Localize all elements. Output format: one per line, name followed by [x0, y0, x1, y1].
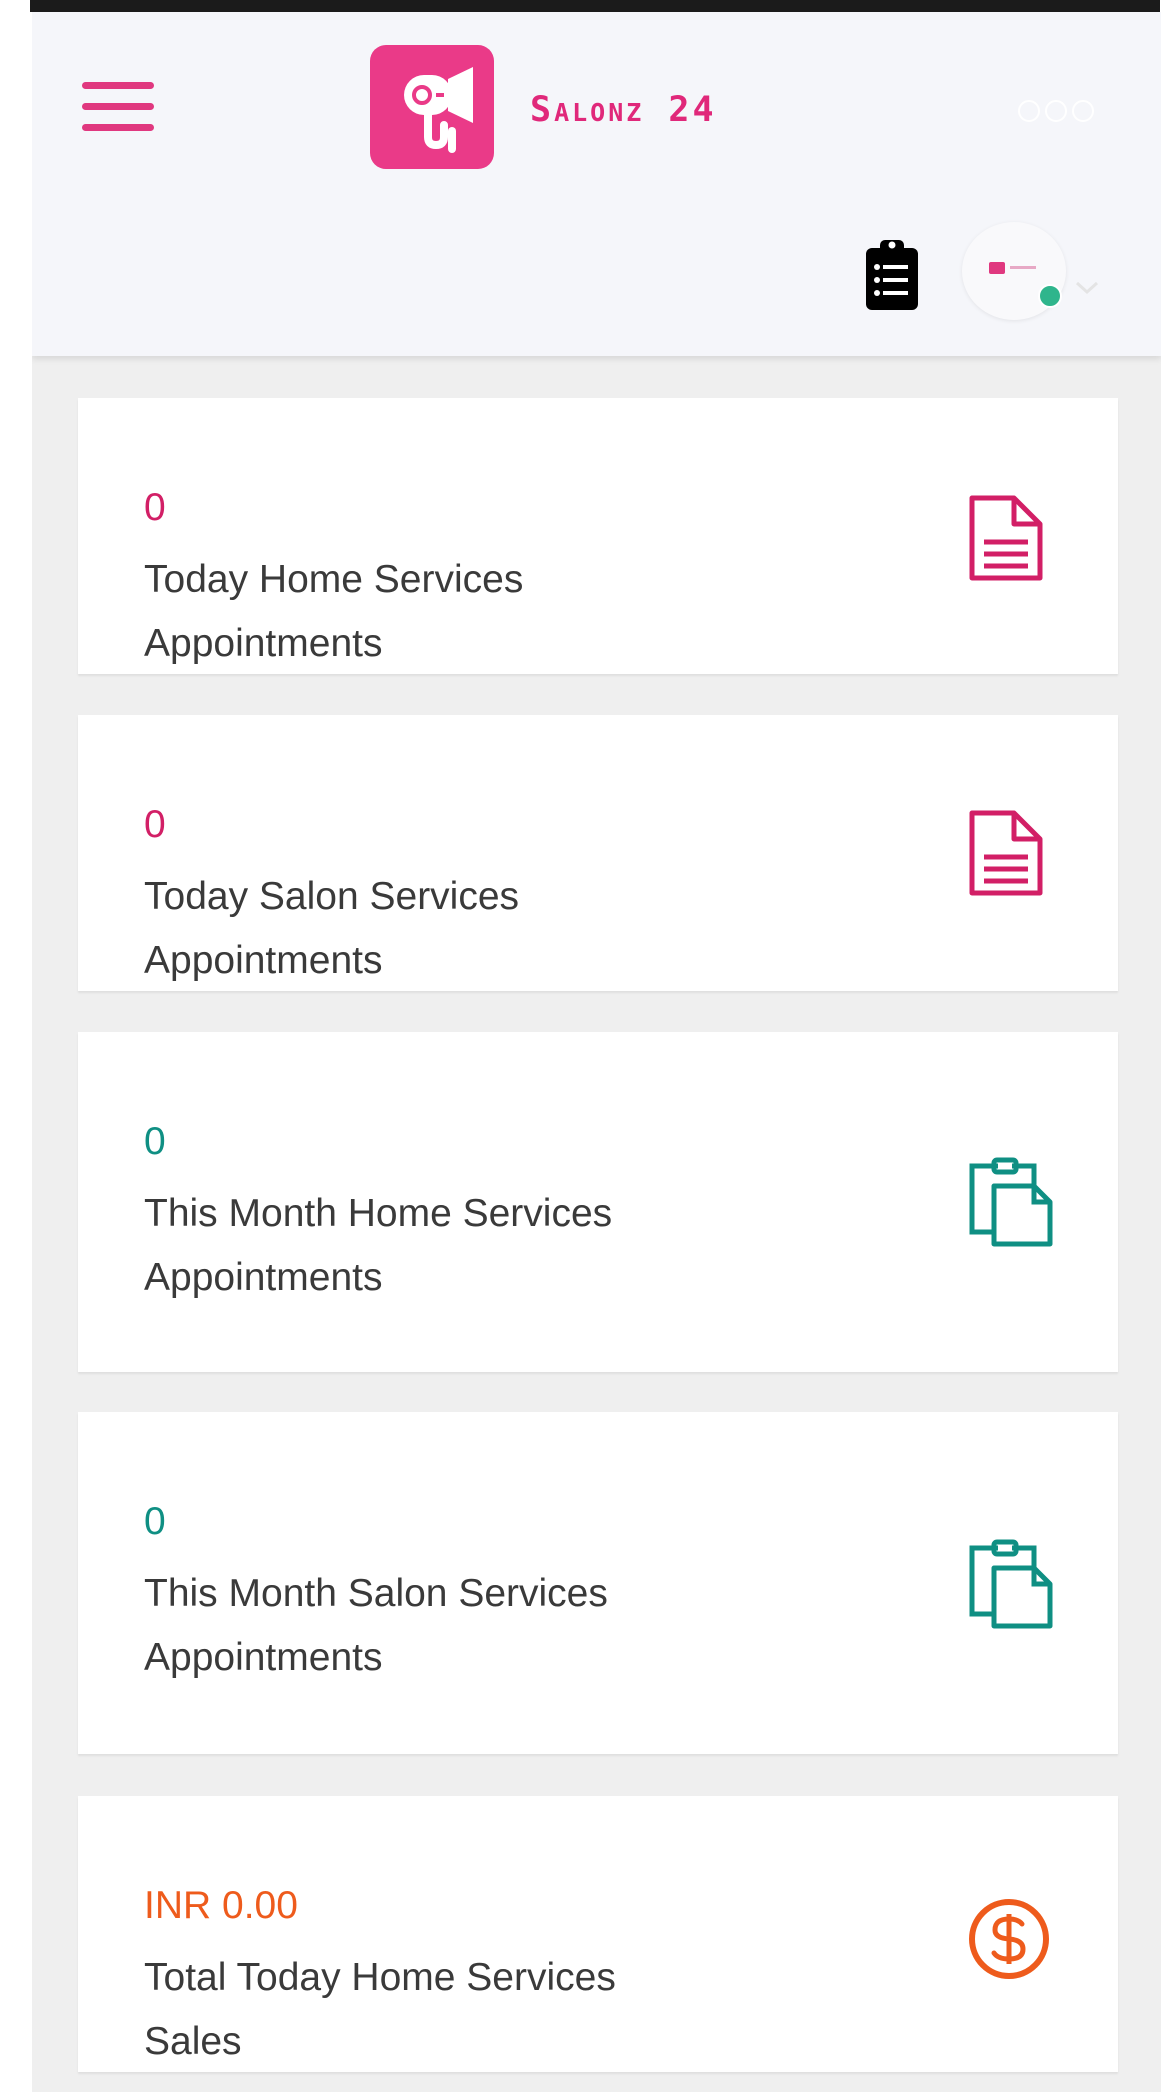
stat-card-today-sales[interactable]: INR 0.00 Total Today Home Services Sales: [78, 1796, 1118, 2072]
clipboard-copy-icon: [966, 1156, 1056, 1253]
stat-card-month-salon[interactable]: 0 This Month Salon Services Appointments: [78, 1412, 1118, 1754]
stat-card-today-salon[interactable]: 0 Today Salon Services Appointments: [78, 715, 1118, 991]
stat-label: This Month Salon Services Appointments: [144, 1572, 608, 1679]
clipboard-copy-icon: [966, 1538, 1056, 1635]
document-icon: [966, 807, 1046, 904]
stat-value: 0: [144, 486, 166, 529]
stat-label: Today Salon Services Appointments: [144, 875, 520, 982]
stat-value: 0: [144, 1500, 166, 1543]
hamburger-menu-icon[interactable]: [82, 76, 154, 136]
app-frame: Salonz 24 0 Today Home Services Appointm…: [32, 12, 1161, 2092]
status-bar-edge: [30, 0, 1160, 12]
stat-value: 0: [144, 1120, 166, 1163]
stat-value: 0: [144, 803, 166, 846]
stat-label: Today Home Services Appointments: [144, 558, 524, 665]
stat-label: Total Today Home Services Sales: [144, 1956, 616, 2063]
more-options-icon[interactable]: [1018, 96, 1098, 122]
chevron-down-icon[interactable]: [1072, 278, 1102, 298]
dollar-coin-icon: [966, 1896, 1052, 1987]
document-icon: [966, 492, 1046, 589]
stat-value: INR 0.00: [144, 1884, 298, 1927]
stat-card-month-home[interactable]: 0 This Month Home Services Appointments: [78, 1032, 1118, 1372]
stat-label: This Month Home Services Appointments: [144, 1192, 613, 1299]
brand-name: Salonz 24: [530, 90, 717, 130]
clipboard-list-icon[interactable]: [862, 236, 922, 312]
online-status-dot: [1038, 284, 1062, 308]
stat-card-today-home[interactable]: 0 Today Home Services Appointments: [78, 398, 1118, 674]
app-header: Salonz 24: [32, 12, 1161, 356]
hair-dryer-logo-icon: [370, 45, 494, 169]
